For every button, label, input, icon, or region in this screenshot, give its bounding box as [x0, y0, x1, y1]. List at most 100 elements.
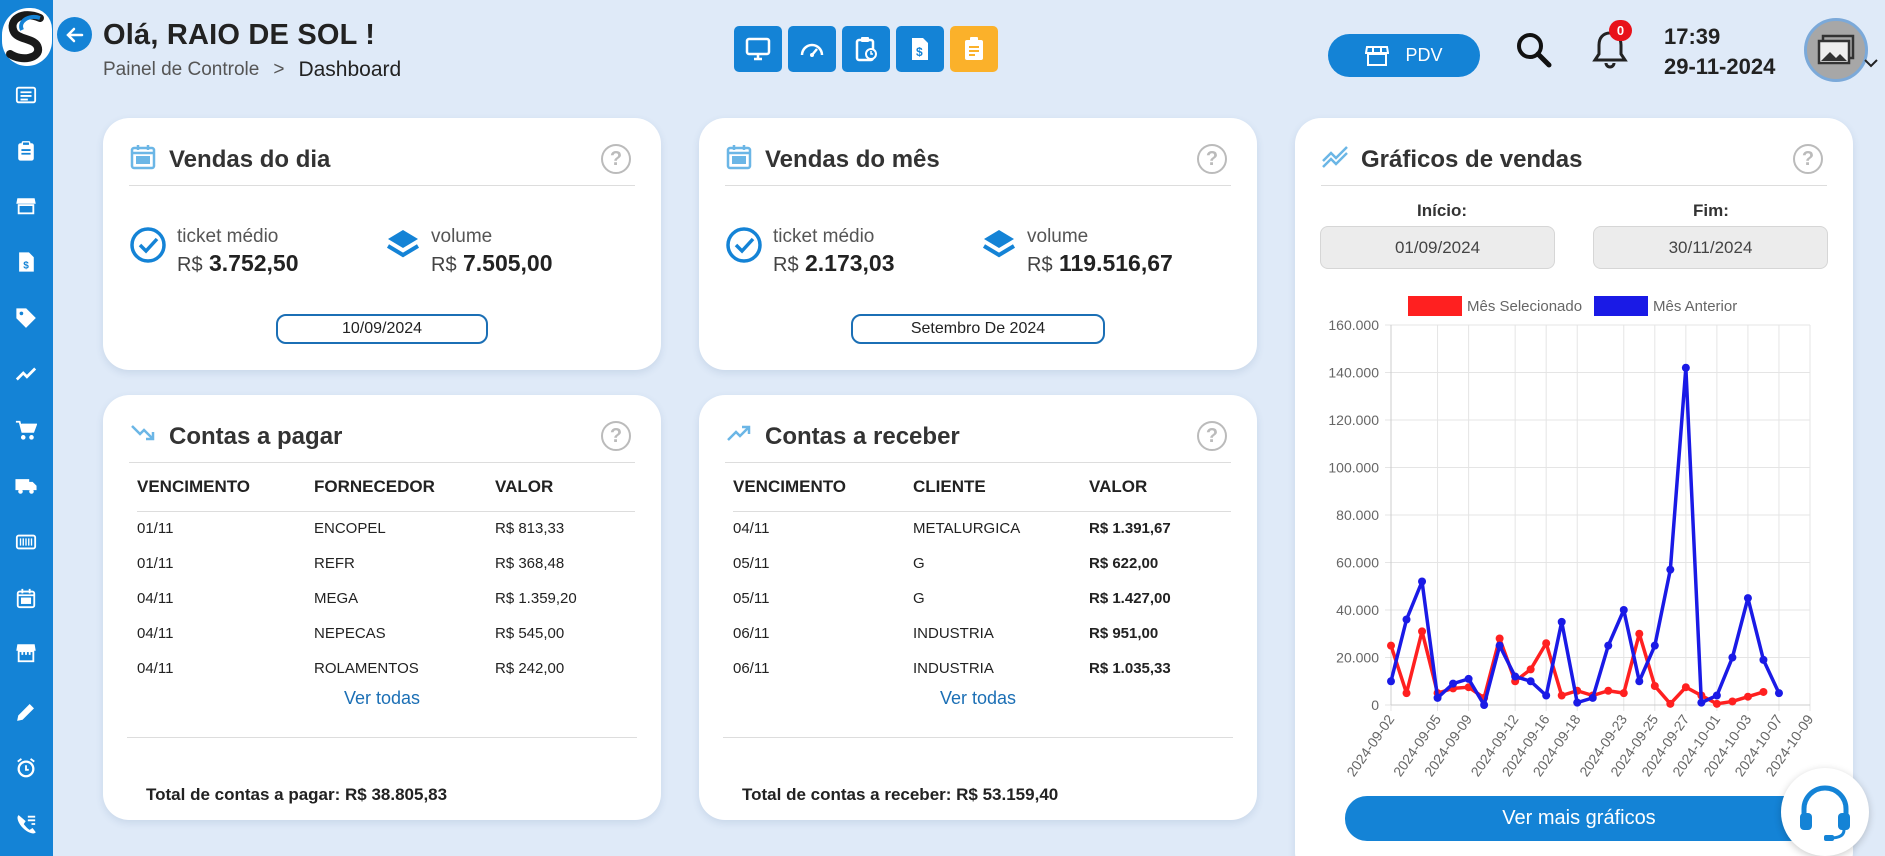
- card-header: Vendas do dia ?: [129, 140, 635, 186]
- contas-pagar-table: VENCIMENTO FORNECEDOR VALOR 01/11 ENCOPEL…: [137, 463, 635, 686]
- svg-text:$: $: [916, 45, 923, 59]
- cell-fornecedor: REFR: [314, 555, 355, 572]
- breadcrumb-root[interactable]: Painel de Controle: [103, 59, 259, 81]
- help-icon[interactable]: ?: [1793, 144, 1823, 174]
- column-header: VENCIMENTO: [733, 463, 913, 512]
- list-icon[interactable]: [14, 83, 38, 107]
- monitor-icon: [745, 37, 771, 61]
- card-header: Contas a receber ?: [725, 417, 1231, 463]
- shop-icon[interactable]: [14, 641, 38, 665]
- contas-receber-table: VENCIMENTO CLIENTE VALOR 04/11 METALURGIC…: [733, 463, 1231, 686]
- ticket-label: ticket médio: [773, 226, 875, 247]
- cell-valor: R$ 951,00: [1089, 625, 1159, 642]
- cell-vencimento: 04/11: [137, 590, 174, 607]
- store-icon[interactable]: [14, 194, 38, 218]
- greeting-title: Olá, RAIO DE SOL !: [103, 19, 376, 51]
- alarm-icon[interactable]: [14, 756, 38, 780]
- calendar-icon: [130, 145, 156, 170]
- pdv-button[interactable]: PDV: [1328, 34, 1480, 77]
- table-row[interactable]: 04/11 ROLAMENTOS R$ 242,00: [137, 651, 635, 686]
- clipboard-clock-icon: [855, 37, 877, 62]
- column-header: VENCIMENTO: [137, 463, 314, 512]
- barcode-icon[interactable]: [14, 530, 38, 554]
- inicio-date-input[interactable]: 01/09/2024: [1320, 226, 1555, 269]
- help-icon[interactable]: ?: [1197, 421, 1227, 451]
- app-logo[interactable]: [2, 8, 52, 66]
- check-circle-icon: [130, 227, 166, 263]
- table-row[interactable]: 01/11 REFR R$ 368,48: [137, 546, 635, 581]
- ver-mais-graficos-button[interactable]: Ver mais gráficos: [1345, 796, 1813, 841]
- dashboard-button[interactable]: [788, 26, 836, 72]
- back-button[interactable]: [57, 17, 92, 52]
- fim-label: Fim:: [1693, 201, 1729, 220]
- chart-line-icon[interactable]: [14, 362, 38, 386]
- search-icon: [1517, 33, 1552, 68]
- chevron-down-icon[interactable]: [1863, 56, 1879, 70]
- table-row[interactable]: 05/11 G R$ 622,00: [733, 546, 1231, 581]
- volume-metric: volume R$ 119.516,67: [981, 226, 1173, 277]
- monitor-button[interactable]: [734, 26, 782, 72]
- cell-vencimento: 04/11: [137, 660, 174, 677]
- card-header: Gráficos de vendas ?: [1321, 140, 1827, 186]
- sidebar: $: [0, 0, 53, 856]
- cell-vencimento: 01/11: [137, 520, 174, 538]
- clipboard-list-button[interactable]: [950, 26, 998, 72]
- help-icon[interactable]: ?: [1197, 144, 1227, 174]
- table-row[interactable]: 06/11 INDUSTRIA R$ 951,00: [733, 616, 1231, 651]
- clock-time: 17:39: [1664, 24, 1721, 49]
- volume-metric: volume R$ 7.505,00: [385, 226, 553, 277]
- ticket-label: ticket médio: [177, 226, 279, 247]
- cell-vencimento: 06/11: [733, 660, 770, 677]
- help-icon[interactable]: ?: [601, 421, 631, 451]
- card-graficos-vendas: Gráficos de vendas ? Início: 01/09/2024 …: [1295, 118, 1853, 856]
- cell-cliente: G: [913, 555, 925, 572]
- date-selector[interactable]: 10/09/2024: [276, 314, 488, 344]
- card-vendas-mes: Vendas do mês ? ticket médio R$ 2.173,03…: [699, 118, 1257, 370]
- ver-todas-link[interactable]: Ver todas: [940, 688, 1016, 709]
- trend-up-icon: [727, 425, 751, 441]
- ver-todas-link[interactable]: Ver todas: [344, 688, 420, 709]
- card-header: Vendas do mês ?: [725, 140, 1231, 186]
- phone-list-icon[interactable]: [14, 812, 38, 836]
- clipboard-icon[interactable]: [14, 139, 38, 163]
- support-button[interactable]: [1781, 768, 1869, 856]
- volume-currency: R$: [431, 254, 457, 276]
- table-row[interactable]: 04/11 METALURGICA R$ 1.391,67: [733, 511, 1231, 546]
- cell-valor: R$ 545,00: [495, 625, 565, 642]
- table-row[interactable]: 04/11 NEPECAS R$ 545,00: [137, 616, 635, 651]
- search-button[interactable]: [1514, 30, 1554, 70]
- cell-valor: R$ 813,33: [495, 520, 565, 538]
- volume-currency: R$: [1027, 254, 1053, 276]
- divider: [127, 737, 637, 738]
- image-placeholder-icon: [1817, 34, 1855, 65]
- invoice-button[interactable]: $: [896, 26, 944, 72]
- card-vendas-dia: Vendas do dia ? ticket médio R$ 3.752,50…: [103, 118, 661, 370]
- trend-down-icon: [131, 425, 155, 441]
- avatar[interactable]: [1804, 18, 1868, 82]
- clock: 17:39 29-11-2024: [1664, 22, 1775, 82]
- cell-valor: R$ 1.427,00: [1089, 590, 1171, 607]
- pencil-icon[interactable]: [14, 700, 38, 724]
- cell-vencimento: 06/11: [733, 625, 770, 642]
- cell-fornecedor: NEPECAS: [314, 625, 386, 642]
- table-row[interactable]: 06/11 INDUSTRIA R$ 1.035,33: [733, 651, 1231, 686]
- invoice-dollar-icon[interactable]: $: [14, 250, 38, 274]
- total-contas-receber: Total de contas a receber: R$ 53.159,40: [742, 785, 1059, 804]
- card-header: Contas a pagar ?: [129, 417, 635, 463]
- headset-icon: [1800, 785, 1850, 841]
- period-selector[interactable]: Setembro De 2024: [851, 314, 1105, 344]
- table-row[interactable]: 04/11 MEGA R$ 1.359,20: [137, 581, 635, 616]
- ticket-medio-metric: ticket médio R$ 2.173,03: [725, 226, 895, 277]
- fim-date-input[interactable]: 30/11/2024: [1593, 226, 1828, 269]
- table-row[interactable]: 01/11 ENCOPEL R$ 813,33: [137, 511, 635, 546]
- table-row[interactable]: 05/11 G R$ 1.427,00: [733, 581, 1231, 616]
- calendar-icon[interactable]: [14, 586, 38, 610]
- cell-valor: R$ 1.391,67: [1089, 520, 1171, 538]
- cart-icon[interactable]: [14, 418, 38, 442]
- clipboard-clock-button[interactable]: [842, 26, 890, 72]
- clipboard-list-icon: [965, 37, 983, 60]
- help-icon[interactable]: ?: [601, 144, 631, 174]
- tag-icon[interactable]: [14, 306, 38, 330]
- truck-icon[interactable]: [14, 474, 38, 498]
- column-header: CLIENTE: [913, 463, 1089, 512]
